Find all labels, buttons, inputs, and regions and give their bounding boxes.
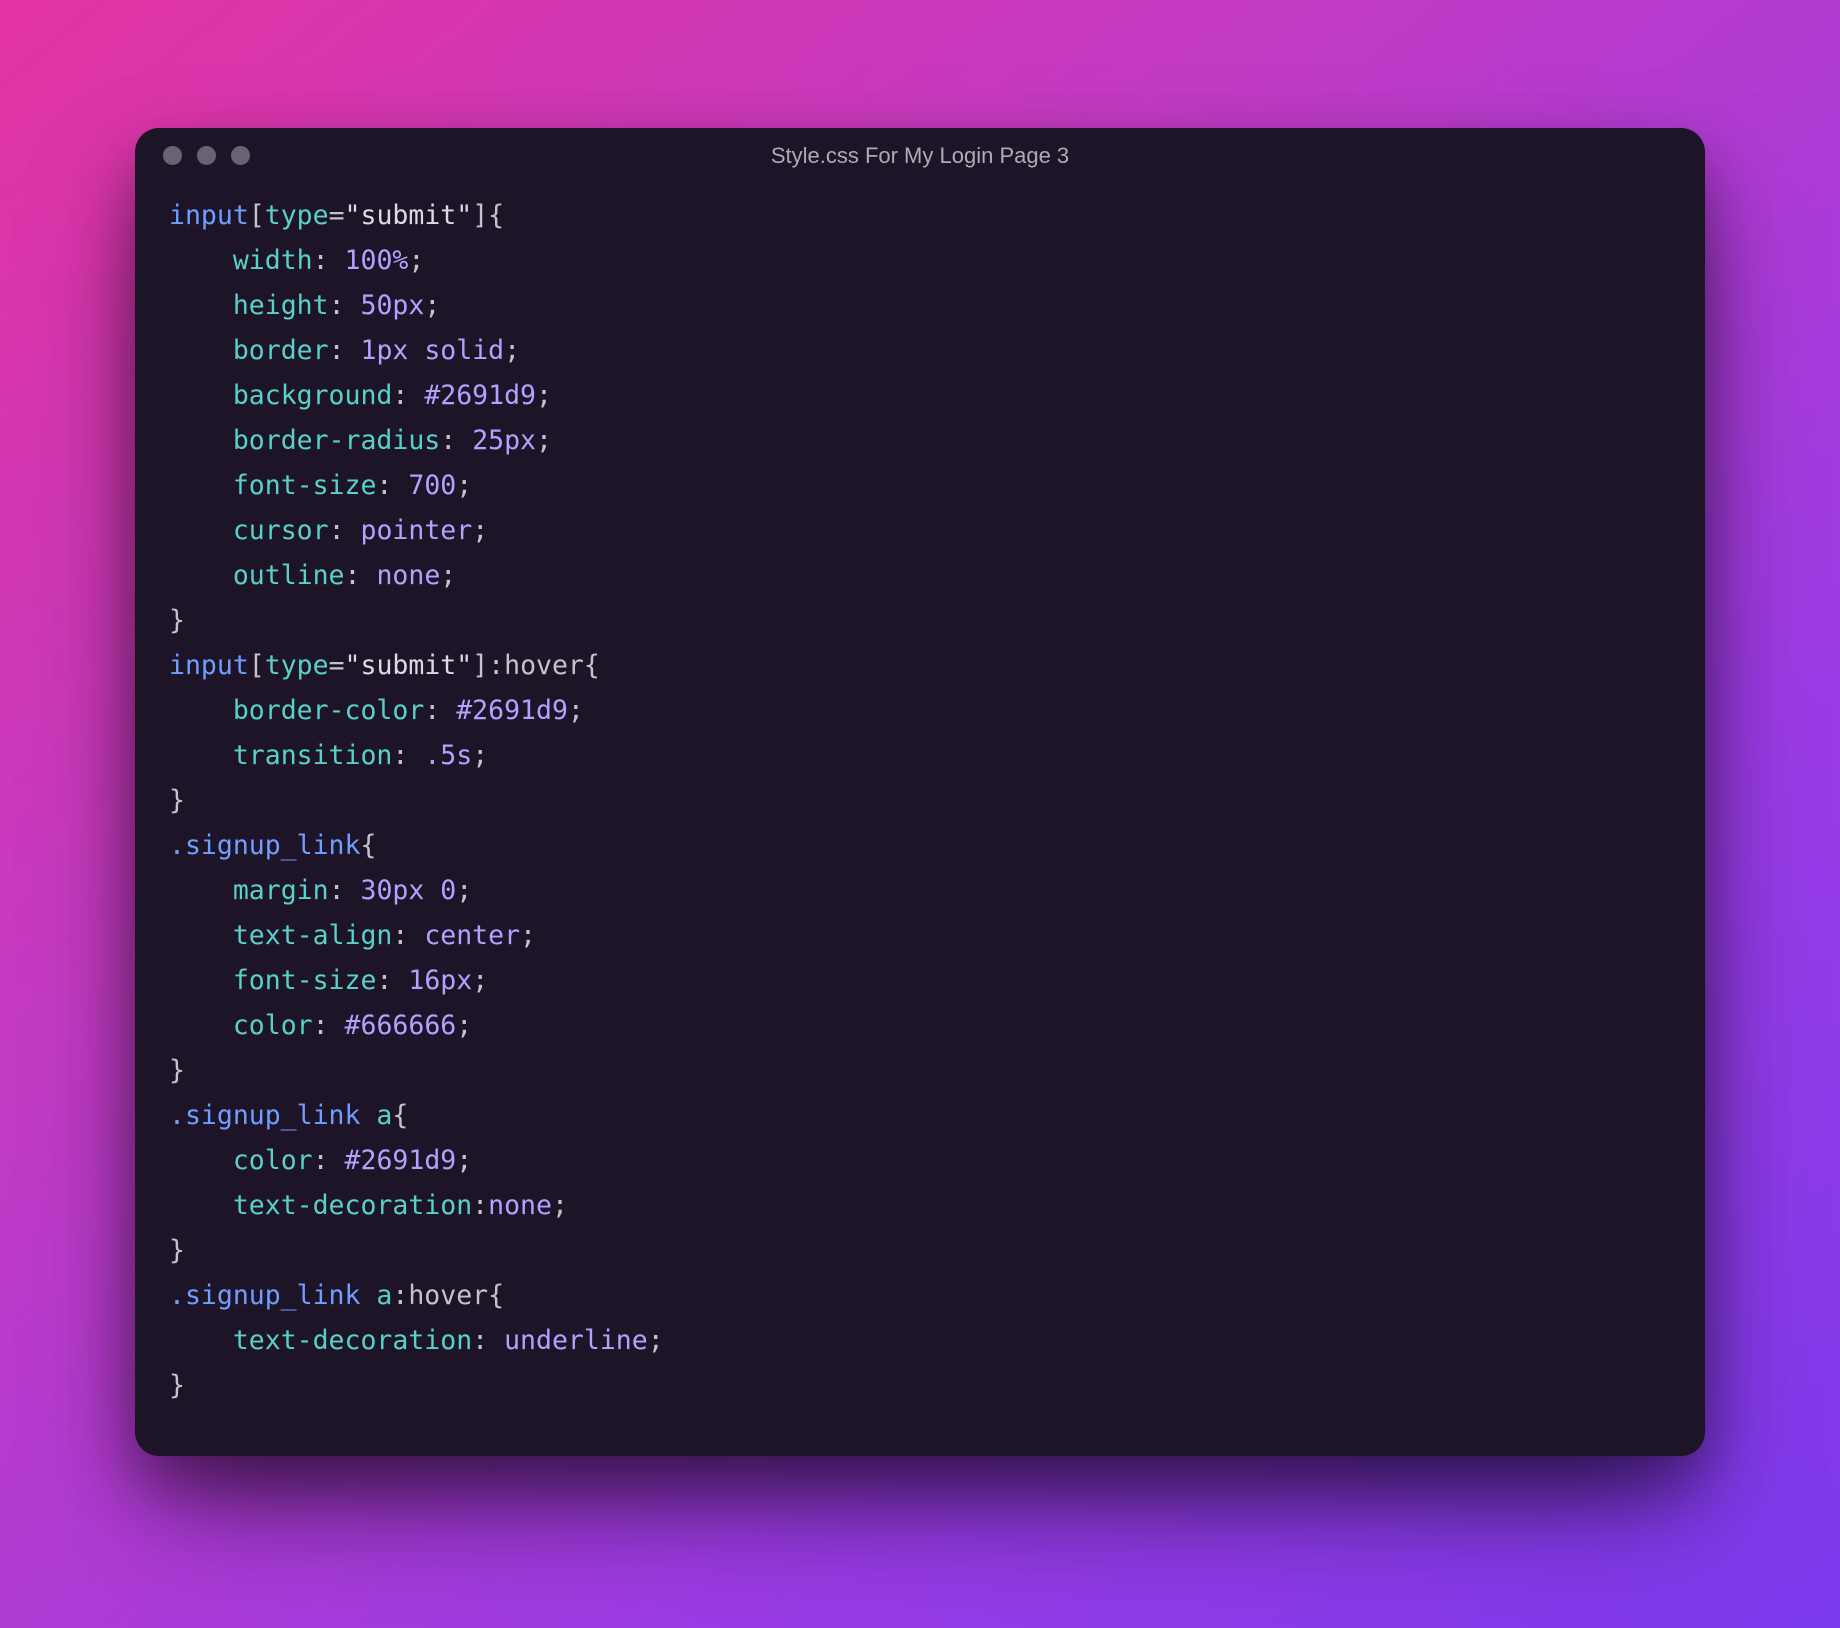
titlebar: Style.css For My Login Page 3 xyxy=(135,128,1705,169)
code-content[interactable]: input[type="submit"]{ width: 100%; heigh… xyxy=(135,169,1705,1456)
window-title: Style.css For My Login Page 3 xyxy=(135,143,1705,169)
code-window: Style.css For My Login Page 3 input[type… xyxy=(135,128,1705,1456)
